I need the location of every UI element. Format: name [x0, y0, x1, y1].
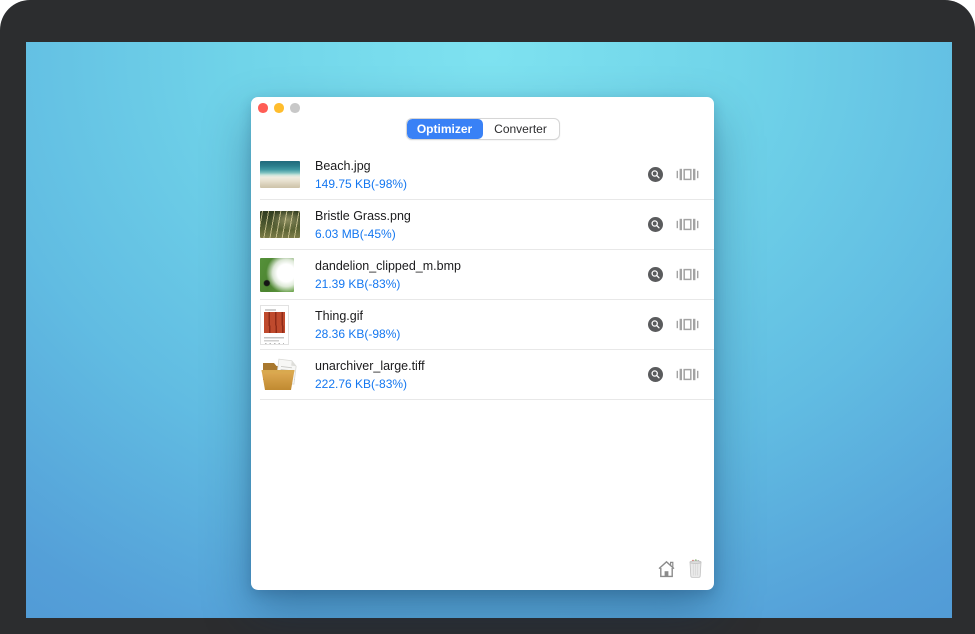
before-after-compare-icon	[676, 217, 699, 232]
preview-magnifier-icon	[648, 317, 663, 332]
compare-before-after-button[interactable]	[676, 167, 699, 182]
thumbnail-cell	[260, 161, 306, 188]
device-frame: Optimizer Converter Beach.jpg 149.75 KB(…	[0, 0, 975, 634]
before-after-compare-icon	[676, 317, 699, 332]
home-icon	[657, 560, 676, 578]
unarchiver-folder-icon	[260, 357, 298, 393]
home-button[interactable]	[657, 560, 676, 578]
file-row-dandelion[interactable]: dandelion_clipped_m.bmp 21.39 KB(-83%)	[260, 250, 714, 300]
thumbnail-cell	[260, 211, 306, 238]
preview-magnifier-icon	[648, 167, 663, 182]
preview-magnifier-button[interactable]	[648, 167, 663, 182]
window-titlebar[interactable]: Optimizer Converter	[251, 97, 714, 150]
dandelion-photo-thumbnail	[260, 258, 294, 292]
preview-magnifier-icon	[648, 367, 663, 382]
row-actions	[648, 267, 714, 282]
file-name: Thing.gif	[315, 309, 648, 323]
compare-before-after-button[interactable]	[676, 217, 699, 232]
file-name: Bristle Grass.png	[315, 209, 648, 223]
compare-before-after-button[interactable]	[676, 367, 699, 382]
tab-converter[interactable]: Converter	[483, 119, 559, 139]
file-size: 222.76 KB(-83%)	[315, 377, 648, 391]
desktop-background: Optimizer Converter Beach.jpg 149.75 KB(…	[26, 42, 952, 618]
preview-magnifier-button[interactable]	[648, 217, 663, 232]
thumbnail-cell	[260, 258, 306, 292]
thumbnail-cell	[260, 305, 306, 345]
file-meta: Thing.gif 28.36 KB(-98%)	[315, 308, 648, 341]
file-meta: dandelion_clipped_m.bmp 21.39 KB(-83%)	[315, 258, 648, 291]
traffic-lights	[258, 103, 300, 113]
preview-magnifier-button[interactable]	[648, 367, 663, 382]
preview-magnifier-button[interactable]	[648, 317, 663, 332]
file-meta: Beach.jpg 149.75 KB(-98%)	[315, 158, 648, 191]
beach-photo-thumbnail	[260, 161, 300, 188]
window-footer	[657, 559, 703, 578]
file-size: 149.75 KB(-98%)	[315, 177, 648, 191]
tab-optimizer[interactable]: Optimizer	[407, 119, 483, 139]
poster-graphic-thumbnail	[260, 305, 289, 345]
row-actions	[648, 167, 714, 182]
minimize-button[interactable]	[274, 103, 284, 113]
file-meta: Bristle Grass.png 6.03 MB(-45%)	[315, 208, 648, 241]
file-name: Beach.jpg	[315, 159, 648, 173]
row-actions	[648, 367, 714, 382]
trash-button[interactable]	[688, 559, 703, 578]
compare-before-after-button[interactable]	[676, 267, 699, 282]
row-actions	[648, 317, 714, 332]
mode-segmented-control: Optimizer Converter	[406, 118, 560, 140]
before-after-compare-icon	[676, 167, 699, 182]
preview-magnifier-icon	[648, 267, 663, 282]
file-size: 6.03 MB(-45%)	[315, 227, 648, 241]
file-name: unarchiver_large.tiff	[315, 359, 648, 373]
file-row-unarchiver[interactable]: unarchiver_large.tiff 222.76 KB(-83%)	[260, 350, 714, 400]
file-meta: unarchiver_large.tiff 222.76 KB(-83%)	[315, 358, 648, 391]
file-row-grass[interactable]: Bristle Grass.png 6.03 MB(-45%)	[260, 200, 714, 250]
file-size: 28.36 KB(-98%)	[315, 327, 648, 341]
before-after-compare-icon	[676, 367, 699, 382]
file-list: Beach.jpg 149.75 KB(-98%)	[260, 150, 714, 400]
close-button[interactable]	[258, 103, 268, 113]
zoom-button-disabled	[290, 103, 300, 113]
preview-magnifier-icon	[648, 217, 663, 232]
thumbnail-cell	[260, 357, 306, 393]
row-actions	[648, 217, 714, 232]
file-row-beach[interactable]: Beach.jpg 149.75 KB(-98%)	[260, 150, 714, 200]
app-window: Optimizer Converter Beach.jpg 149.75 KB(…	[251, 97, 714, 590]
compare-before-after-button[interactable]	[676, 317, 699, 332]
preview-magnifier-button[interactable]	[648, 267, 663, 282]
before-after-compare-icon	[676, 267, 699, 282]
file-row-thing[interactable]: Thing.gif 28.36 KB(-98%)	[260, 300, 714, 350]
grass-photo-thumbnail	[260, 211, 300, 238]
file-size: 21.39 KB(-83%)	[315, 277, 648, 291]
file-name: dandelion_clipped_m.bmp	[315, 259, 648, 273]
trash-icon	[688, 559, 703, 578]
